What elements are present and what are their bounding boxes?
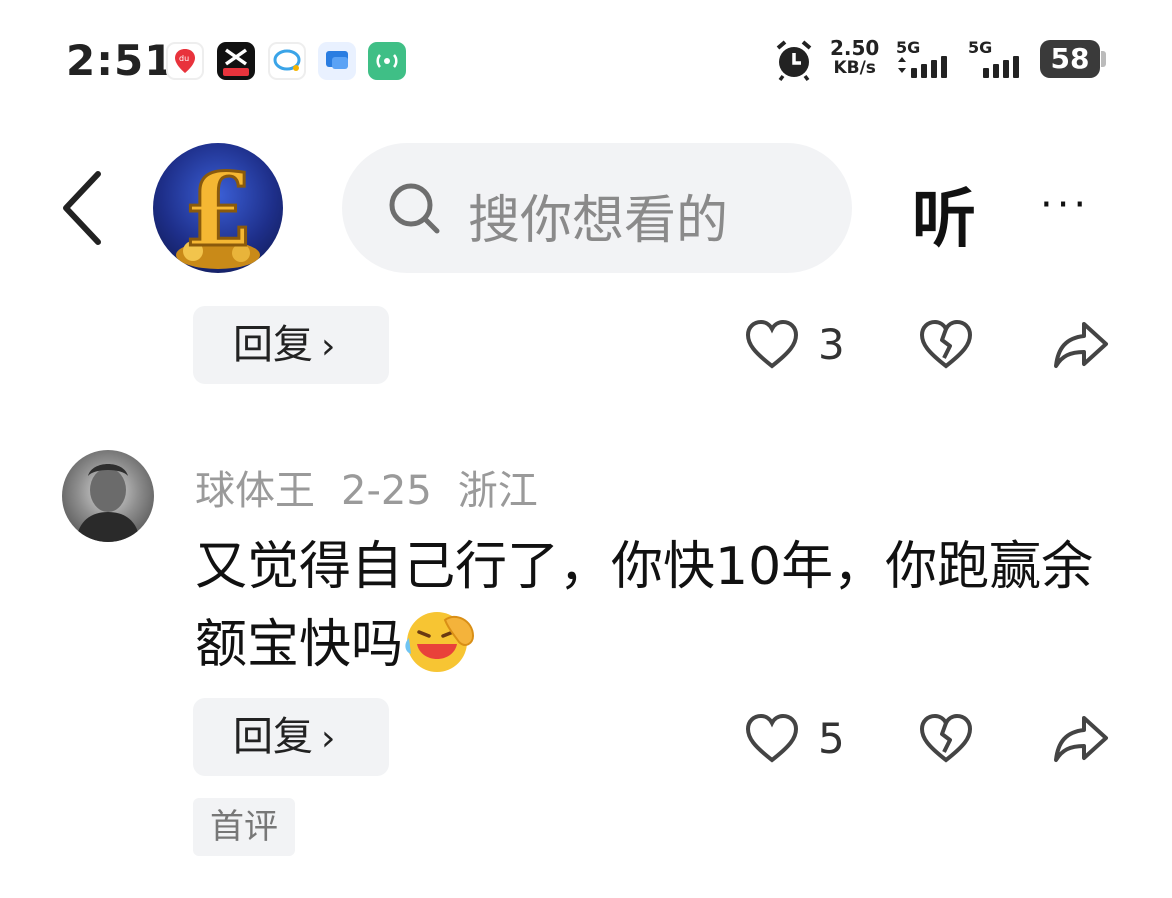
listen-button[interactable]: 听	[912, 168, 976, 260]
signal-bars-icon	[983, 56, 1019, 78]
back-button[interactable]	[58, 168, 106, 252]
sim1-signal: 5G	[896, 38, 947, 78]
chat-bubble-icon	[268, 42, 306, 80]
broken-heart-icon	[919, 713, 973, 763]
signal-bars-icon	[898, 56, 947, 78]
author-avatar[interactable]: £	[153, 143, 283, 273]
more-options-button[interactable]: ···	[1040, 182, 1090, 228]
search-placeholder[interactable]: 搜你想看的	[468, 178, 728, 253]
chevron-right-icon: ›	[321, 326, 336, 367]
share-arrow-icon	[1054, 716, 1108, 762]
reply-button[interactable]: 回复 ›	[193, 698, 389, 776]
heart-icon	[745, 319, 799, 369]
comment-location: 浙江	[457, 468, 538, 514]
first-comment-badge: 首评	[193, 798, 295, 856]
svg-text:du: du	[179, 54, 189, 63]
warrior-portrait-image	[76, 464, 140, 542]
svg-text:£: £	[183, 151, 253, 269]
broken-heart-icon	[919, 319, 973, 369]
commenter-avatar[interactable]	[62, 450, 154, 542]
reply-label: 回复	[233, 322, 313, 368]
like-button[interactable]	[744, 318, 800, 376]
chevron-left-icon	[63, 171, 101, 245]
laughing-face-emoji-icon	[403, 608, 479, 696]
network-speed: 2.50 KB/s	[830, 36, 880, 78]
chevron-right-icon: ›	[321, 718, 336, 759]
comment-username[interactable]: 球体王	[195, 468, 315, 514]
pound-coin-image: £	[176, 150, 260, 271]
reply-button[interactable]: 回复 ›	[193, 306, 389, 384]
baidu-maps-icon: du	[166, 42, 204, 80]
like-count: 3	[818, 320, 845, 369]
sim2-signal: 5G	[968, 38, 1019, 78]
dislike-button[interactable]	[918, 712, 974, 770]
comment-date: 2-25	[341, 468, 432, 514]
comment-meta: 球体王 2-25 浙江	[195, 458, 564, 516]
comment-text: 又觉得自己行了，你快10年，你跑赢余额宝快吗	[195, 537, 1094, 675]
share-button[interactable]	[1052, 712, 1110, 770]
dislike-button[interactable]	[918, 318, 974, 376]
search-icon	[386, 180, 442, 240]
share-arrow-icon	[1054, 322, 1108, 368]
status-time: 2:51	[66, 36, 175, 85]
like-button[interactable]	[744, 712, 800, 770]
alarm-icon	[772, 38, 816, 86]
battery-indicator: 58	[1040, 40, 1100, 78]
share-button[interactable]	[1052, 318, 1110, 376]
comment-body: 又觉得自己行了，你快10年，你跑赢余额宝快吗	[195, 528, 1095, 696]
like-count: 5	[818, 714, 845, 763]
heart-icon	[745, 713, 799, 763]
message-app-icon	[318, 42, 356, 80]
capcut-icon	[217, 42, 255, 80]
battery-cap	[1101, 51, 1106, 67]
reply-label: 回复	[233, 714, 313, 760]
broadcast-app-icon	[368, 42, 406, 80]
